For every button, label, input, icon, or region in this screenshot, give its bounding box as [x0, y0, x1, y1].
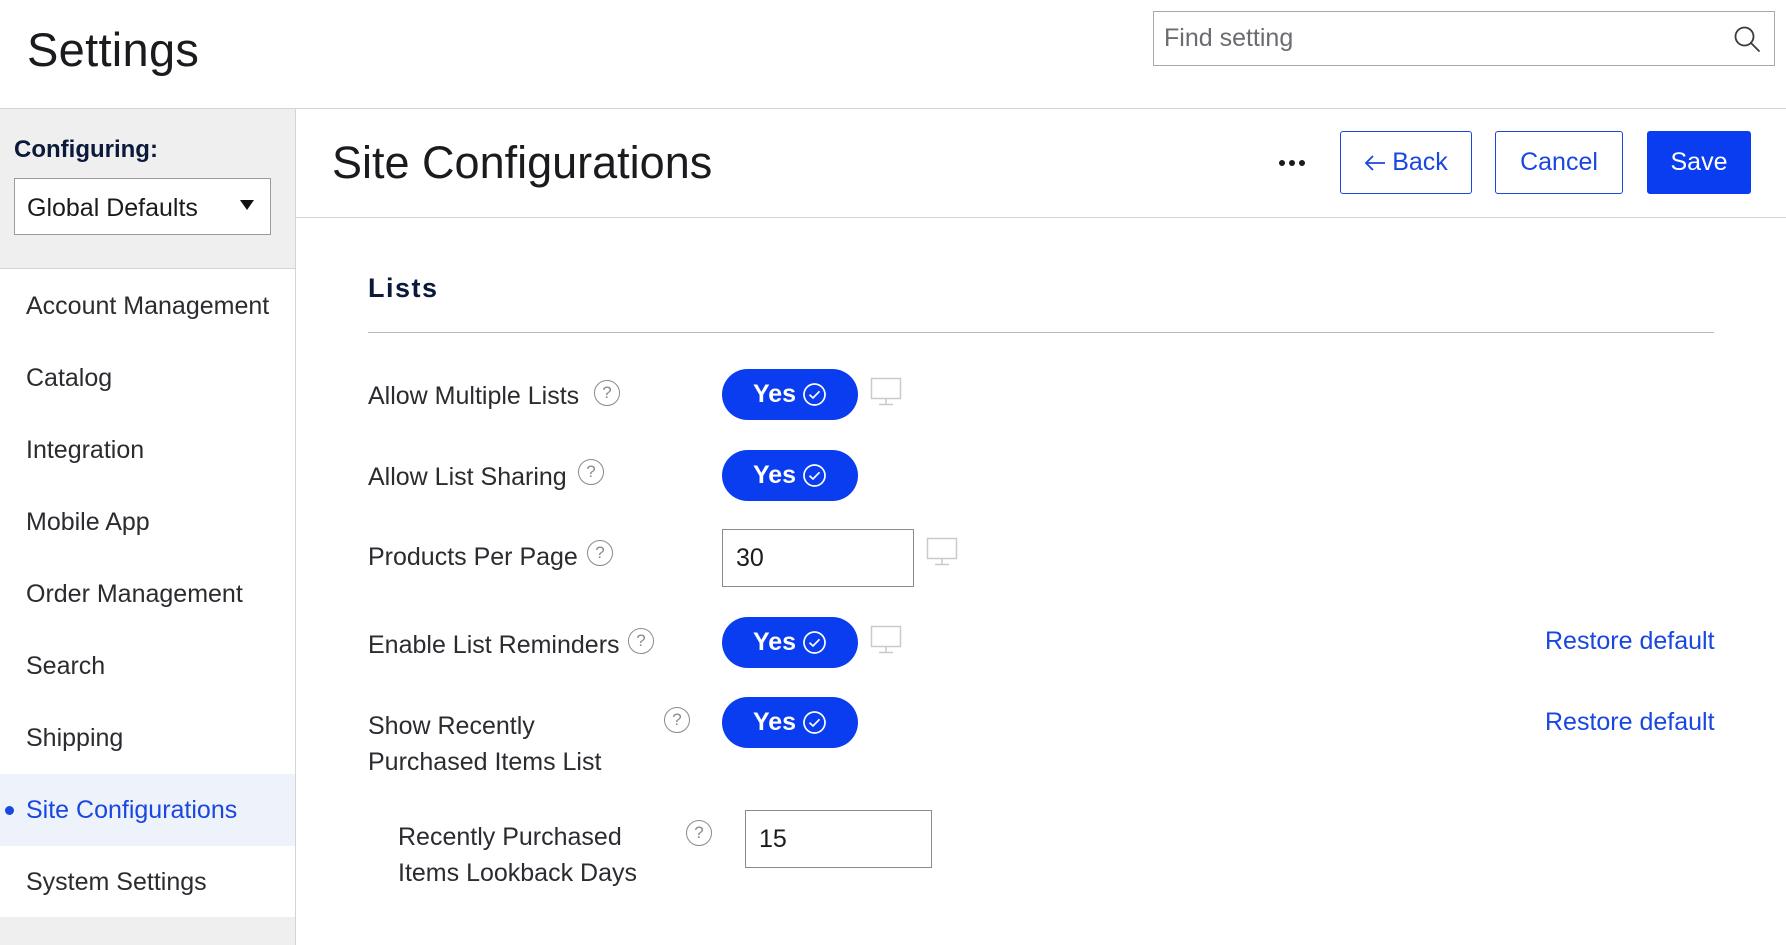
more-dot [1299, 160, 1305, 166]
configuring-select[interactable]: Global Defaults [14, 178, 271, 235]
toggle-value: Yes [752, 461, 797, 489]
sidebar: Configuring: Global Defaults Account Man… [0, 109, 296, 945]
toggle-allow-multiple-lists[interactable]: Yes [722, 369, 858, 420]
setting-label-line: Show Recently [368, 712, 535, 740]
sidebar-item-shipping[interactable]: Shipping [0, 702, 295, 774]
setting-label-line: Recently Purchased [398, 823, 622, 851]
top-header: Settings [0, 0, 1786, 109]
sidebar-item-label: Mobile App [26, 508, 150, 536]
app-title: Settings [27, 23, 200, 76]
search-icon[interactable] [1732, 24, 1762, 54]
sidebar-item-catalog[interactable]: Catalog [0, 342, 295, 414]
sidebar-item-order-management[interactable]: Order Management [0, 558, 295, 630]
sidebar-item-label: Site Configurations [26, 796, 238, 824]
lookback-days-input[interactable] [745, 810, 932, 868]
monitor-icon [926, 537, 958, 566]
caret-down-icon [240, 200, 254, 210]
toggle-value: Yes [752, 380, 797, 408]
more-dot [1289, 160, 1295, 166]
cancel-button[interactable]: Cancel [1495, 131, 1623, 194]
sidebar-item-label: Search [26, 652, 106, 680]
restore-default-link[interactable]: Restore default [1545, 708, 1715, 737]
search-input[interactable] [1154, 12, 1714, 65]
help-icon[interactable]: ? [587, 540, 613, 566]
toggle-allow-list-sharing[interactable]: Yes [722, 450, 858, 501]
toggle-show-recently-purchased[interactable]: Yes [722, 697, 858, 748]
setting-label-products-per-page: Products Per Page [368, 543, 578, 571]
search-box[interactable] [1153, 11, 1775, 66]
sidebar-item-label: Order Management [26, 580, 243, 608]
sidebar-item-system-settings[interactable]: System Settings [0, 846, 295, 918]
setting-label-allow-list-sharing: Allow List Sharing [368, 463, 567, 491]
help-icon[interactable]: ? [594, 380, 620, 406]
setting-label-allow-multiple-lists: Allow Multiple Lists [368, 382, 580, 410]
sidebar-item-label: Account Management [26, 292, 270, 320]
help-icon[interactable]: ? [628, 628, 654, 654]
configuring-select-value: Global Defaults [27, 194, 198, 222]
check-circle-icon [803, 711, 826, 734]
section-title: Lists [368, 273, 439, 303]
sidebar-item-label: Catalog [26, 364, 113, 392]
sidebar-item-integration[interactable]: Integration [0, 414, 295, 486]
help-icon[interactable]: ? [686, 820, 712, 846]
restore-default-link[interactable]: Restore default [1545, 627, 1715, 656]
page-title: Site Configurations [332, 137, 713, 188]
toggle-value: Yes [752, 708, 797, 736]
page-header: Site Configurations Back Cancel Save [296, 109, 1786, 218]
sidebar-item-label: System Settings [26, 868, 207, 896]
toggle-enable-list-reminders[interactable]: Yes [722, 617, 858, 668]
save-button[interactable]: Save [1647, 131, 1751, 194]
sidebar-item-label: Shipping [26, 724, 124, 752]
setting-label-enable-list-reminders: Enable List Reminders [368, 631, 620, 659]
sidebar-item-search[interactable]: Search [0, 630, 295, 702]
sidebar-footer [0, 917, 295, 945]
setting-label-line: Purchased Items List [368, 748, 602, 776]
toggle-value: Yes [752, 628, 797, 656]
arrow-left-icon [1364, 154, 1386, 171]
sidebar-item-site-configurations[interactable]: Site Configurations [0, 774, 295, 846]
check-circle-icon [803, 631, 826, 654]
setting-label-show-recently-purchased: Show Recently Purchased Items List [368, 708, 601, 780]
configuring-panel: Configuring: Global Defaults [0, 109, 295, 269]
sidebar-nav: Account Management Catalog Integration M… [0, 270, 295, 918]
sidebar-item-label: Integration [26, 436, 145, 464]
back-label: Back [1392, 148, 1448, 176]
monitor-icon [870, 625, 902, 654]
check-circle-icon [803, 383, 826, 406]
monitor-icon [870, 377, 902, 406]
sidebar-item-account-management[interactable]: Account Management [0, 270, 295, 342]
check-circle-icon [803, 464, 826, 487]
back-button[interactable]: Back [1340, 131, 1472, 194]
configuring-label: Configuring: [14, 136, 158, 163]
products-per-page-input[interactable] [722, 529, 914, 587]
section-divider [368, 332, 1714, 333]
sidebar-item-mobile-app[interactable]: Mobile App [0, 486, 295, 558]
help-icon[interactable]: ? [578, 459, 604, 485]
setting-label-line: Items Lookback Days [398, 859, 637, 887]
help-icon[interactable]: ? [664, 707, 690, 733]
more-dot [1279, 160, 1285, 166]
setting-label-lookback-days: Recently Purchased Items Lookback Days [398, 819, 637, 891]
more-options-button[interactable] [1266, 139, 1318, 187]
active-indicator-dot [5, 806, 14, 815]
